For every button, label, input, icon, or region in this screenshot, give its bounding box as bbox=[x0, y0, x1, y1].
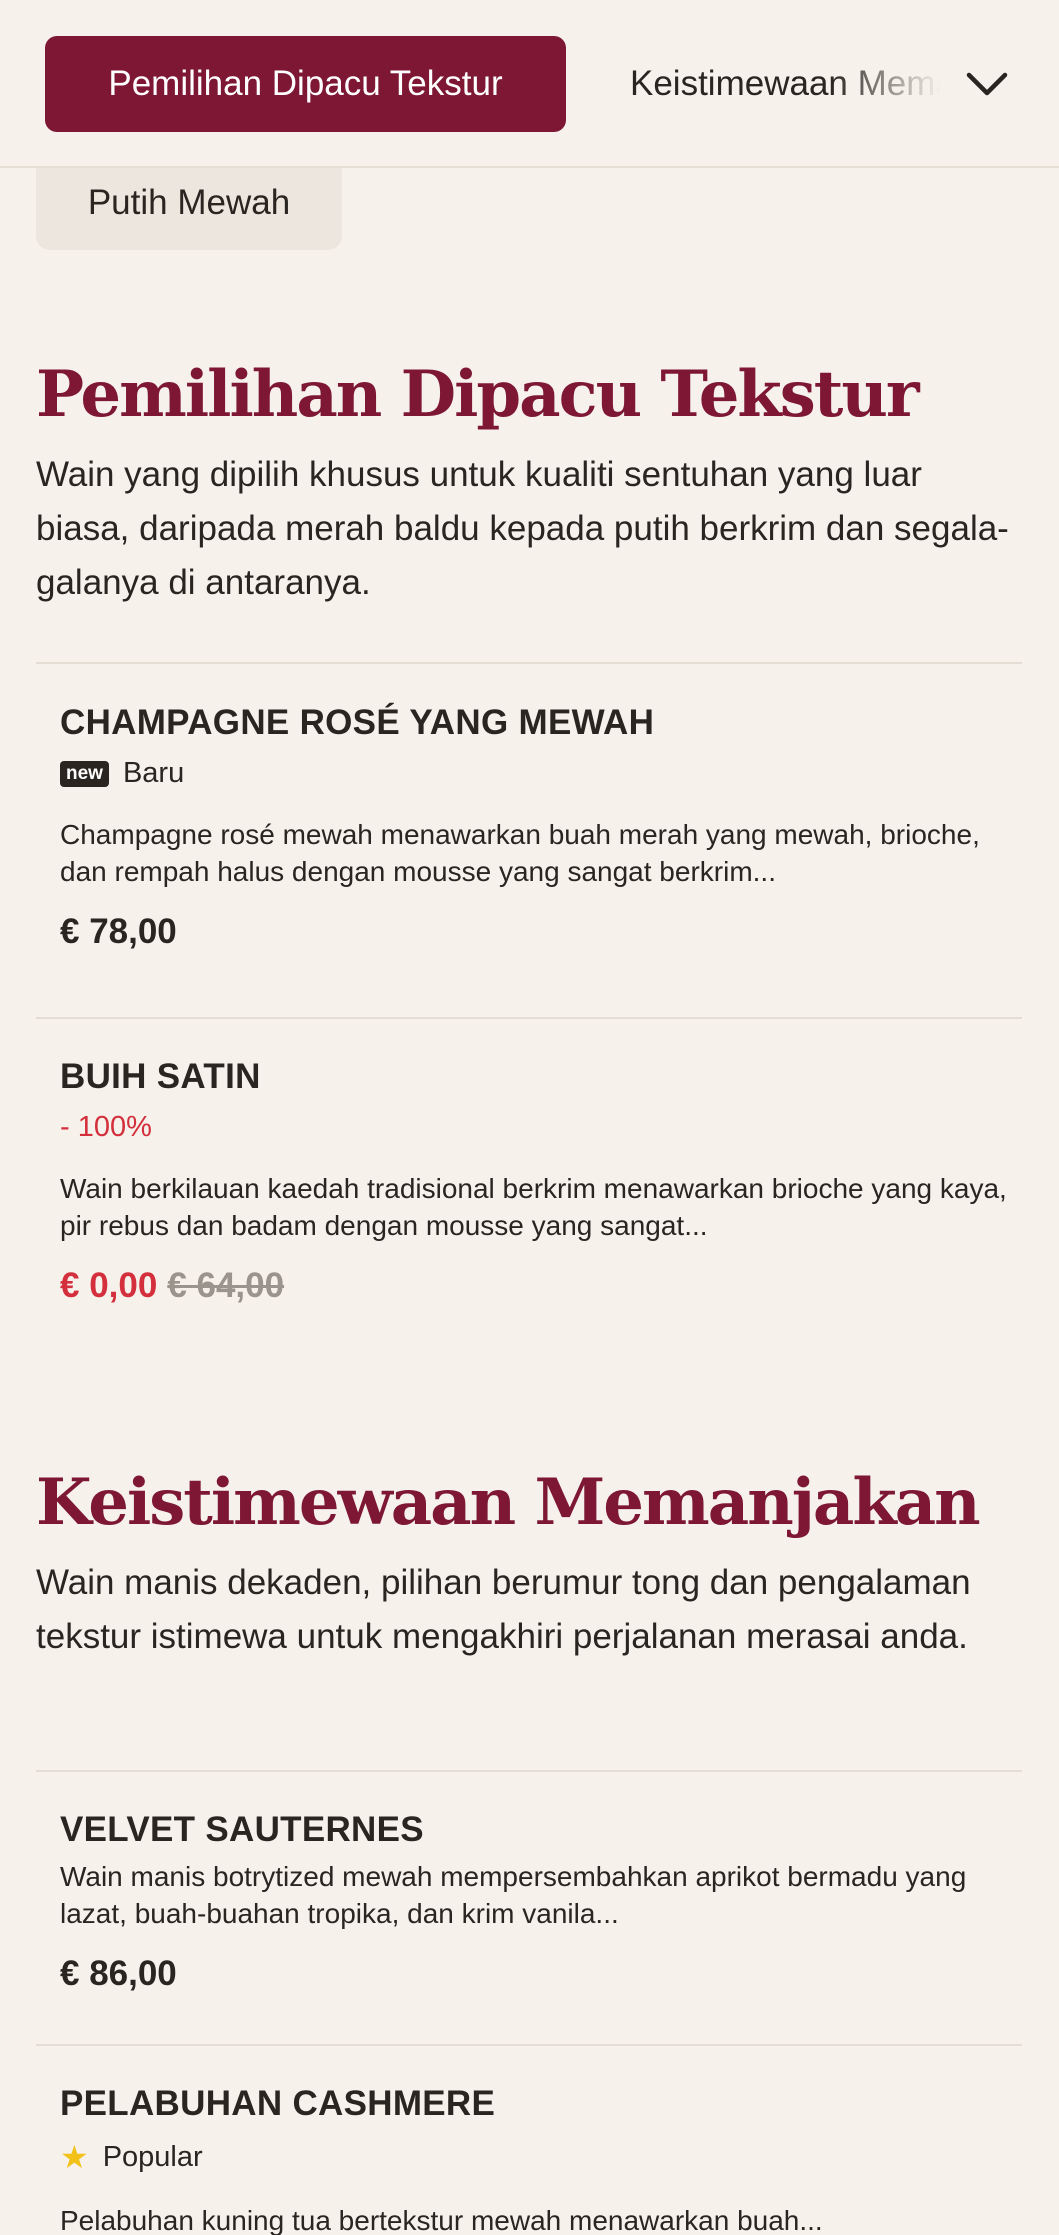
item-price: € 86,00 bbox=[60, 1954, 177, 1993]
item-description: Pelabuhan kuning tua bertekstur mewah me… bbox=[60, 2205, 823, 2235]
divider bbox=[36, 1017, 1022, 1019]
original-price: € 64,00 bbox=[167, 1266, 285, 1305]
item-name: PELABUHAN CASHMERE bbox=[60, 2084, 496, 2123]
tag-label: Popular bbox=[102, 2140, 203, 2173]
star-icon: ★ bbox=[60, 2139, 89, 2175]
divider bbox=[36, 1770, 1022, 1772]
item-description: Wain manis botrytized mewah mempersembah… bbox=[60, 1861, 967, 1929]
item-tag: ★ Popular bbox=[60, 2138, 1010, 2176]
category-nav-bar: Pemilihan Dipacu Tekstur Keistimewaan Me… bbox=[0, 0, 1059, 168]
tag-label: Baru bbox=[122, 757, 185, 789]
chevron-down-icon[interactable] bbox=[962, 60, 1012, 110]
menu-item[interactable]: VELVET SAUTERNES Wain manis botrytized m… bbox=[60, 1810, 1010, 1994]
item-description: Wain berkilauan kaedah tradisional berkr… bbox=[60, 1173, 1007, 1241]
item-price: € 0,00 € 64,00 bbox=[60, 1266, 1010, 1306]
tab-keistimewaan-memanjakan[interactable]: Keistimewaan Memanjakan bbox=[630, 36, 940, 132]
section-pemilihan-dipacu-tekstur: Pemilihan Dipacu Tekstur Wain yang dipil… bbox=[36, 357, 1022, 610]
menu-item[interactable]: BUIH SATIN - 100% Wain berkilauan kaedah… bbox=[60, 1057, 1010, 1306]
new-badge: new bbox=[60, 760, 109, 787]
tab-label: Keistimewaan Memanjakan bbox=[630, 64, 940, 103]
item-description: Champagne rosé mewah menawarkan buah mer… bbox=[60, 819, 980, 887]
item-name: CHAMPAGNE ROSÉ YANG MEWAH bbox=[60, 703, 655, 742]
divider bbox=[36, 2044, 1022, 2046]
pill-label: Putih Mewah bbox=[87, 183, 291, 222]
sale-price: € 0,00 bbox=[60, 1266, 158, 1305]
section-title: Keistimewaan Memanjakan bbox=[36, 1465, 981, 1540]
item-price: € 78,00 bbox=[60, 912, 177, 951]
tab-pemilihan-dipacu-tekstur[interactable]: Pemilihan Dipacu Tekstur bbox=[45, 36, 566, 132]
section-title: Pemilihan Dipacu Tekstur bbox=[36, 357, 920, 432]
divider bbox=[36, 662, 1022, 664]
discount-label: - 100% bbox=[60, 1111, 152, 1143]
item-name: BUIH SATIN bbox=[60, 1057, 261, 1096]
menu-item[interactable]: CHAMPAGNE ROSÉ YANG MEWAH new Baru Champ… bbox=[60, 703, 1010, 952]
section-keistimewaan-memanjakan: Keistimewaan Memanjakan Wain manis dekad… bbox=[36, 1465, 1022, 1664]
item-tag: new Baru bbox=[60, 757, 1010, 790]
section-description: Wain manis dekaden, pilihan berumur tong… bbox=[36, 1563, 971, 1657]
menu-item[interactable]: PELABUHAN CASHMERE ★ Popular Pelabuhan k… bbox=[60, 2084, 1010, 2235]
item-name: VELVET SAUTERNES bbox=[60, 1810, 424, 1849]
section-description: Wain yang dipilih khusus untuk kualiti s… bbox=[36, 455, 1009, 603]
tab-label: Pemilihan Dipacu Tekstur bbox=[108, 64, 503, 103]
